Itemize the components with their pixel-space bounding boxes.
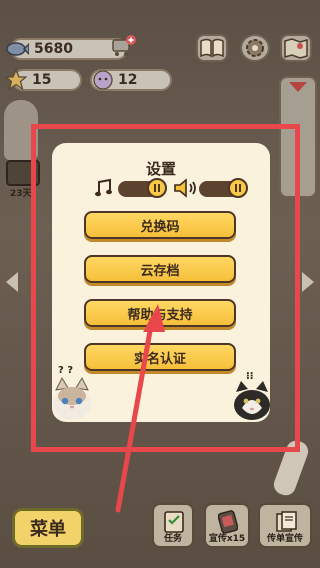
flyer-label: 传单宣传	[266, 534, 303, 544]
annotation-highlight-frame	[31, 124, 300, 452]
cat-coin-icon	[90, 67, 116, 93]
map-icon	[284, 38, 308, 59]
promo-label: 宣传x15	[208, 534, 246, 544]
star-count: 15	[32, 72, 52, 88]
settings-button[interactable]	[240, 34, 270, 62]
book-button[interactable]	[196, 34, 228, 62]
menu-label: 菜单	[30, 519, 66, 540]
day-counter-label: 23天	[10, 189, 32, 199]
menu-button[interactable]: 菜单	[12, 508, 84, 548]
task-button[interactable]: 任务	[152, 503, 194, 548]
book-icon	[200, 38, 224, 58]
promo-button[interactable]: 宣传x15	[204, 503, 250, 548]
map-button[interactable]	[280, 34, 312, 62]
collapse-arrow-icon[interactable]	[289, 82, 307, 92]
fish-count: 5680	[34, 41, 73, 57]
star-icon	[3, 67, 29, 93]
task-label: 任务	[163, 534, 182, 544]
coin-count: 12	[118, 72, 138, 88]
flyer-button[interactable]: 传单宣传	[258, 503, 312, 548]
gear-icon	[246, 39, 264, 57]
scroll-right-arrow-icon[interactable]	[302, 272, 314, 292]
cart-add-icon[interactable]	[110, 33, 136, 59]
fish-icon	[4, 36, 30, 62]
scroll-left-arrow-icon[interactable]	[6, 272, 18, 292]
